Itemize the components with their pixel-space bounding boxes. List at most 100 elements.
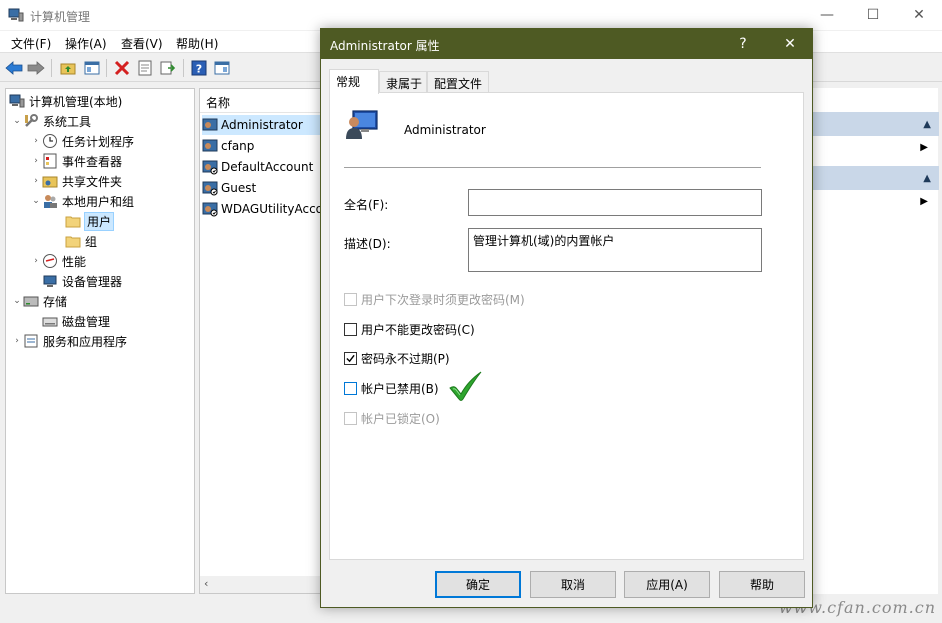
- tree-item-shared-folders[interactable]: › 共享文件夹: [30, 171, 122, 191]
- tree-item-performance[interactable]: › 性能: [30, 251, 86, 271]
- shared-folder-icon: [42, 173, 58, 189]
- expand-arrow-icon[interactable]: ›: [30, 156, 42, 166]
- description-field[interactable]: 管理计算机(域)的内置帐户: [468, 228, 762, 272]
- properties-icon: [138, 60, 152, 76]
- forward-button[interactable]: [26, 58, 46, 78]
- folder-icon: [65, 233, 81, 249]
- computer-management-icon: [8, 7, 24, 23]
- tree-item-local-users-groups[interactable]: ⌄ 本地用户和组: [30, 191, 134, 211]
- tree-item-label: 本地用户和组: [62, 194, 135, 209]
- show-hide-tree-button[interactable]: [82, 58, 102, 78]
- close-button[interactable]: ✕: [896, 0, 942, 30]
- menu-help[interactable]: 帮助(H): [176, 35, 218, 52]
- collapse-arrow-icon[interactable]: ⌄: [11, 296, 23, 306]
- column-header-name[interactable]: 名称: [200, 89, 320, 113]
- apply-button[interactable]: 应用(A): [624, 571, 710, 598]
- tree-item-task-scheduler[interactable]: › 任务计划程序: [30, 131, 134, 151]
- checkbox[interactable]: [344, 292, 357, 306]
- more-actions-arrow-icon[interactable]: ▶: [920, 142, 928, 153]
- delete-button[interactable]: [112, 58, 132, 78]
- collapse-arrow-icon[interactable]: ⌄: [11, 116, 23, 126]
- fullname-field[interactable]: [468, 189, 762, 216]
- tree-item-label: 事件查看器: [62, 154, 123, 169]
- checkbox[interactable]: [344, 322, 357, 336]
- minimize-icon: —: [820, 7, 834, 23]
- help-button[interactable]: 帮助: [719, 571, 805, 598]
- folder-up-icon: [60, 63, 76, 75]
- close-icon: ✕: [913, 7, 925, 23]
- up-level-button[interactable]: [58, 58, 78, 78]
- checkbox[interactable]: [344, 411, 357, 425]
- minimize-button[interactable]: —: [804, 0, 850, 30]
- divider: [344, 167, 761, 168]
- toolbar-separator: [106, 59, 107, 77]
- list-item-wdagutilityaccount[interactable]: WDAGUtilityAccount: [202, 199, 320, 219]
- option-account-disabled[interactable]: 帐户已禁用(B): [344, 380, 439, 396]
- expand-arrow-icon[interactable]: ›: [11, 336, 23, 346]
- option-must-change-password[interactable]: 用户下次登录时须更改密码(M): [344, 291, 525, 307]
- tree-item-services-applications[interactable]: › 服务和应用程序: [11, 331, 127, 351]
- svg-text:?: ?: [196, 63, 202, 76]
- console-tree-icon: [84, 61, 100, 75]
- tree-item-system-tools[interactable]: ⌄ 系统工具: [11, 111, 91, 131]
- tree-item-label: 存储: [43, 294, 68, 309]
- tree-item-device-manager[interactable]: 设备管理器: [42, 271, 122, 291]
- tree-item-label: 用户: [83, 211, 115, 231]
- menu-view[interactable]: 查看(V): [121, 35, 163, 52]
- maximize-button[interactable]: ☐: [850, 0, 896, 30]
- expand-arrow-icon[interactable]: ›: [30, 256, 42, 266]
- export-list-button[interactable]: [158, 58, 178, 78]
- option-label: 用户不能更改密码(C): [361, 322, 475, 337]
- option-label: 帐户已禁用(B): [361, 381, 439, 396]
- tab-general[interactable]: 常规: [329, 69, 379, 94]
- tree-item-disk-management[interactable]: 磁盘管理: [42, 311, 110, 331]
- show-action-pane-button[interactable]: [212, 58, 232, 78]
- tree-item-computer-management[interactable]: 计算机管理(本地): [9, 91, 122, 111]
- properties-button[interactable]: [135, 58, 155, 78]
- list-item-administrator[interactable]: Administrator: [202, 115, 320, 135]
- dialog-help-button[interactable]: ?: [723, 29, 763, 59]
- menu-action[interactable]: 操作(A): [65, 35, 107, 52]
- tree-item-groups[interactable]: 组: [65, 231, 97, 251]
- option-account-locked[interactable]: 帐户已锁定(O): [344, 410, 440, 426]
- list-item-cfanp[interactable]: cfanp: [202, 136, 254, 156]
- tab-profile[interactable]: 配置文件: [427, 71, 489, 93]
- cancel-button[interactable]: 取消: [530, 571, 616, 598]
- actions-section-header[interactable]: ▲: [813, 112, 939, 136]
- tree-item-event-viewer[interactable]: › 事件查看器: [30, 151, 122, 171]
- user-list[interactable]: 名称 Administrator cfanp DefaultAccount Gu…: [199, 88, 321, 594]
- actions-section-header[interactable]: ▲: [813, 166, 939, 190]
- list-item-guest[interactable]: Guest: [202, 178, 256, 198]
- menu-file[interactable]: 文件(F): [11, 35, 51, 52]
- tree-item-users[interactable]: 用户: [65, 211, 115, 231]
- scroll-left-icon[interactable]: ‹: [204, 577, 208, 590]
- option-cannot-change-password[interactable]: 用户不能更改密码(C): [344, 321, 475, 337]
- tab-member-of[interactable]: 隶属于: [379, 71, 427, 93]
- tools-icon: [23, 113, 39, 129]
- collapse-up-icon[interactable]: ▲: [923, 173, 931, 184]
- tree-item-storage[interactable]: ⌄ 存储: [11, 291, 67, 311]
- horizontal-scrollbar[interactable]: ‹: [200, 576, 320, 593]
- back-button[interactable]: [4, 58, 24, 78]
- expand-arrow-icon[interactable]: ›: [30, 136, 42, 146]
- list-item-defaultaccount[interactable]: DefaultAccount: [202, 157, 313, 177]
- toolbar-separator: [183, 59, 184, 77]
- option-password-never-expires[interactable]: 密码永不过期(P): [344, 350, 450, 366]
- main-title-bar[interactable]: 计算机管理 — ☐ ✕: [0, 0, 942, 30]
- dialog-title-bar[interactable]: Administrator 属性 ? ✕: [321, 29, 812, 59]
- collapse-up-icon[interactable]: ▲: [923, 119, 931, 130]
- dialog-close-button[interactable]: ✕: [770, 29, 810, 59]
- expand-arrow-icon[interactable]: ›: [30, 176, 42, 186]
- tree-item-label: 服务和应用程序: [43, 334, 128, 349]
- checkbox[interactable]: [344, 351, 357, 365]
- help-toolbar-button[interactable]: ?: [189, 58, 209, 78]
- performance-icon: [42, 253, 58, 269]
- console-tree[interactable]: 计算机管理(本地) ⌄ 系统工具 › 任务计划程序 › 事件查看器 › 共享文件…: [5, 88, 195, 594]
- ok-button[interactable]: 确定: [435, 571, 521, 598]
- checkmark-icon: [346, 354, 355, 362]
- delete-x-icon: [114, 60, 130, 76]
- more-actions-arrow-icon[interactable]: ▶: [920, 196, 928, 207]
- checkbox[interactable]: [344, 381, 357, 395]
- collapse-arrow-icon[interactable]: ⌄: [30, 196, 42, 206]
- tree-item-label: 磁盘管理: [62, 314, 111, 329]
